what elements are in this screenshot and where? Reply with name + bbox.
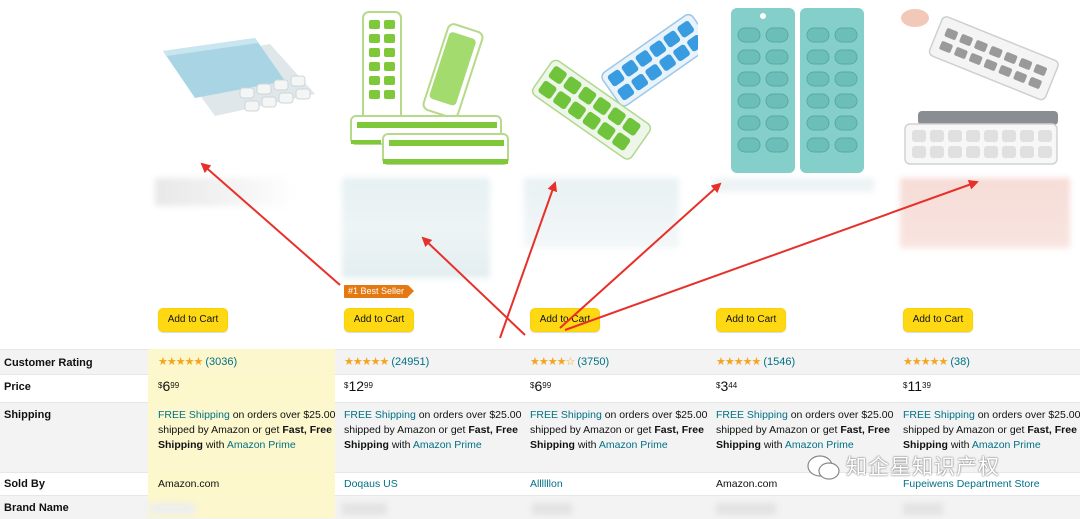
- product-image-3[interactable]: [528, 6, 698, 178]
- redacted-brand: [716, 503, 776, 515]
- add-to-cart-button[interactable]: Add to Cart: [903, 308, 973, 332]
- shipping-info: FREE Shipping on orders over $25.00 ship…: [903, 409, 1080, 451]
- row-label-shipping: Shipping: [4, 409, 52, 421]
- redacted-title-1: [155, 178, 295, 206]
- star-rating-icon: ★★★★★: [903, 356, 948, 368]
- amazon-prime-link[interactable]: Amazon Prime: [972, 439, 1041, 451]
- rating-count-link[interactable]: (1546): [763, 356, 795, 368]
- redacted-brand: [903, 503, 943, 515]
- redacted-brand: [342, 503, 387, 515]
- shipping-info: FREE Shipping on orders over $25.00 ship…: [344, 409, 522, 451]
- wechat-icon: [807, 455, 840, 480]
- amazon-prime-link[interactable]: Amazon Prime: [599, 439, 668, 451]
- price-value: $699: [530, 378, 552, 394]
- row-label-sold-by: Sold By: [4, 478, 45, 490]
- rating-count-link[interactable]: (3750): [577, 356, 609, 368]
- ice-tray-blue-lid-icon: [163, 38, 315, 116]
- product-image-4[interactable]: [728, 6, 868, 178]
- seller-link[interactable]: Allllllon: [530, 477, 563, 492]
- watermark-text: 知企星知识产权: [846, 456, 1000, 479]
- rating-cell[interactable]: ★★★★★ (3036): [158, 355, 237, 370]
- amazon-prime-link[interactable]: Amazon Prime: [785, 439, 854, 451]
- redacted-title-4: [714, 178, 874, 192]
- price-value: $1139: [903, 378, 931, 394]
- amazon-prime-link[interactable]: Amazon Prime: [413, 439, 482, 451]
- ice-tray-green-blue-icon: [531, 13, 698, 160]
- shipping-info: FREE Shipping on orders over $25.00 ship…: [530, 409, 708, 451]
- free-shipping-link[interactable]: FREE Shipping: [903, 409, 975, 421]
- rating-cell[interactable]: ★★★★★ (38): [903, 355, 970, 370]
- star-rating-icon: ★★★★★: [158, 356, 203, 368]
- amazon-prime-link[interactable]: Amazon Prime: [227, 439, 296, 451]
- star-rating-icon: ★★★★☆: [530, 356, 575, 368]
- redacted-title-3: [524, 178, 679, 248]
- product-image-2[interactable]: [343, 6, 513, 178]
- free-shipping-link[interactable]: FREE Shipping: [344, 409, 416, 421]
- seller-link[interactable]: Doqaus US: [344, 477, 398, 492]
- row-label-rating: Customer Rating: [4, 357, 93, 369]
- redacted-brand: [150, 503, 195, 515]
- add-to-cart-button[interactable]: Add to Cart: [530, 308, 600, 332]
- shipping-info: FREE Shipping on orders over $25.00 ship…: [158, 409, 336, 451]
- redacted-brand: [532, 503, 572, 515]
- rating-count-link[interactable]: (38): [950, 356, 970, 368]
- sold-by-value: Amazon.com: [158, 478, 220, 490]
- product-image-1[interactable]: [155, 6, 320, 178]
- price-value: $344: [716, 378, 738, 394]
- row-label-price: Price: [4, 381, 31, 393]
- ice-tray-white-lid-icon: [901, 9, 1059, 165]
- best-seller-badge: #1 Best Seller: [344, 285, 415, 298]
- rating-cell[interactable]: ★★★★★ (1546): [716, 355, 795, 370]
- sold-by-value: Amazon.com: [716, 478, 778, 490]
- redacted-title-2: [342, 178, 490, 278]
- ice-tray-teal-pair-icon: [731, 8, 864, 173]
- rating-count-link[interactable]: (3036): [205, 356, 237, 368]
- product-image-5[interactable]: [900, 6, 1060, 178]
- free-shipping-link[interactable]: FREE Shipping: [158, 409, 230, 421]
- free-shipping-link[interactable]: FREE Shipping: [530, 409, 602, 421]
- free-shipping-link[interactable]: FREE Shipping: [716, 409, 788, 421]
- row-label-brand: Brand Name: [4, 502, 69, 514]
- shipping-info: FREE Shipping on orders over $25.00 ship…: [716, 409, 894, 451]
- add-to-cart-button[interactable]: Add to Cart: [344, 308, 414, 332]
- rating-cell[interactable]: ★★★★★ (24951): [344, 355, 429, 370]
- price-value: $1299: [344, 378, 373, 394]
- add-to-cart-button[interactable]: Add to Cart: [716, 308, 786, 332]
- rating-count-link[interactable]: (24951): [391, 356, 429, 368]
- star-rating-icon: ★★★★★: [344, 356, 389, 368]
- ice-tray-green-stack-icon: [350, 11, 509, 165]
- rating-cell[interactable]: ★★★★☆ (3750): [530, 355, 609, 370]
- redacted-title-5: [900, 178, 1070, 248]
- add-to-cart-button[interactable]: Add to Cart: [158, 308, 228, 332]
- price-value: $699: [158, 378, 180, 394]
- star-rating-icon: ★★★★★: [716, 356, 761, 368]
